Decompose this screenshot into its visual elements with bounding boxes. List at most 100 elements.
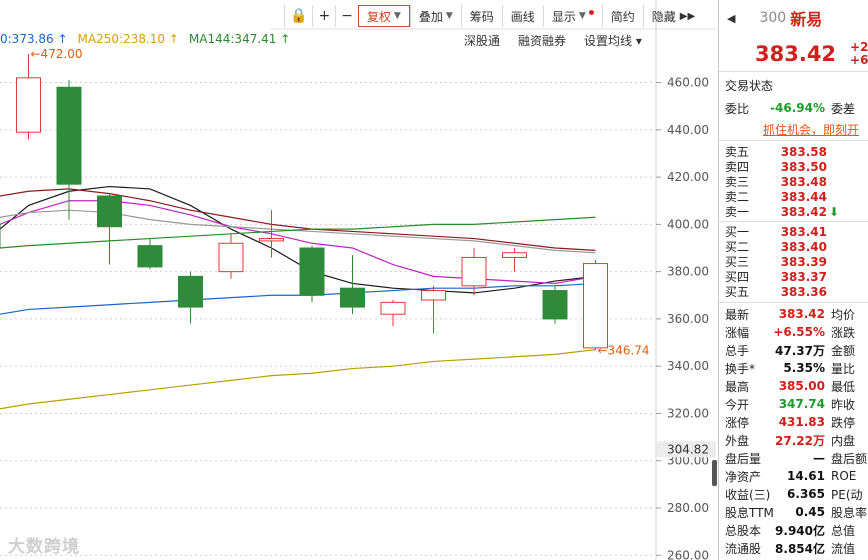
stock-code: 300 bbox=[759, 10, 787, 26]
chevron-down-icon: ▼ bbox=[393, 11, 401, 21]
notification-dot-icon bbox=[588, 9, 594, 15]
order-book-row[interactable]: 卖四 383.50 bbox=[719, 159, 868, 175]
stat-value: 8.854亿 bbox=[775, 541, 825, 556]
y-tick-label: 420.00 bbox=[667, 170, 709, 184]
hk-connect-link[interactable]: 深股通 bbox=[464, 32, 500, 50]
chevron-left-icon[interactable]: ◀ bbox=[727, 12, 735, 25]
order-book-row[interactable]: 买一 383.41 bbox=[719, 224, 868, 240]
ma-line bbox=[0, 188, 596, 251]
simple-button[interactable]: 简约 bbox=[601, 5, 643, 27]
splitter-handle[interactable] bbox=[712, 460, 717, 486]
stat-label: 涨幅 bbox=[725, 325, 750, 340]
y-tick-label: 380.00 bbox=[667, 265, 709, 279]
stat-label-2: 流值 bbox=[831, 541, 856, 556]
stat-row: 涨幅 +6.55% 涨跌 bbox=[719, 323, 868, 341]
stat-label-2: 跌停 bbox=[831, 415, 856, 430]
chips-label: 筹码 bbox=[469, 9, 494, 24]
stock-name: 新易 bbox=[790, 10, 823, 29]
order-level-label: 买五 bbox=[725, 285, 750, 299]
order-book-row[interactable]: 卖二 383.44 bbox=[719, 189, 868, 205]
kline-chart-svg[interactable]: 460.00 440.00 420.00 400.00 380.00 360.00 340.… bbox=[0, 0, 716, 560]
overlay-label: 叠加 bbox=[418, 9, 443, 24]
candle-body bbox=[137, 245, 163, 268]
stat-value: 27.22万 bbox=[775, 433, 825, 448]
price-row: 383.42 +2 +6 bbox=[719, 36, 868, 72]
stat-label-2: 股息率 bbox=[831, 505, 868, 520]
candle-body bbox=[583, 263, 608, 349]
candle-body bbox=[421, 290, 446, 301]
quote-panel: ◀ 300 新易 383.42 +2 +6 交易状态 委比 -46.94% 委差… bbox=[718, 0, 868, 560]
bid-book: 买一 383.41 买二 383.40 买三 383.39 买四 383.37 买五 383.36 bbox=[719, 222, 868, 303]
stat-row: 净资产 14.61 ROE bbox=[719, 467, 868, 485]
stat-value: 14.61 bbox=[787, 469, 825, 483]
stat-value: 5.35% bbox=[783, 361, 825, 375]
lock-icon[interactable]: 🔒 bbox=[284, 5, 312, 27]
order-book-row[interactable]: 买四 383.37 bbox=[719, 269, 868, 285]
stat-label: 最新 bbox=[725, 307, 750, 322]
y-tick-label: 320.00 bbox=[667, 406, 709, 420]
fuquan-button[interactable]: 复权 ▼ bbox=[357, 5, 410, 27]
kline-chart-area[interactable]: 460.00 440.00 420.00 400.00 380.00 360.00 340.… bbox=[0, 0, 717, 560]
chart-options-row: 深股通 融资融券 设置均线 ▾ bbox=[464, 32, 660, 50]
candle-body bbox=[502, 252, 527, 258]
stat-row: 收益(三) 6.365 PE(动 bbox=[719, 485, 868, 503]
draw-line-button[interactable]: 画线 bbox=[501, 5, 543, 27]
display-button[interactable]: 显示 ▼ bbox=[542, 5, 602, 27]
quote-header: ◀ 300 新易 bbox=[719, 0, 868, 36]
arrow-down-icon: ⬇ bbox=[829, 204, 840, 219]
overlay-button[interactable]: 叠加 ▼ bbox=[409, 5, 461, 27]
display-label: 显示 bbox=[551, 9, 576, 24]
price-annotation: ←346.74 bbox=[598, 343, 650, 357]
stat-row: 涨停 431.83 跌停 bbox=[719, 413, 868, 431]
stat-row: 流通股 8.854亿 流值 bbox=[719, 539, 868, 557]
order-price: 383.58 bbox=[780, 144, 827, 159]
y-tick-label: 440.00 bbox=[667, 123, 709, 137]
stat-label-2: 均价 bbox=[831, 307, 856, 322]
zoom-in-icon[interactable]: + bbox=[312, 5, 335, 27]
order-price: 383.50 bbox=[780, 159, 827, 174]
ask-book: 卖五 383.58 卖四 383.50 卖三 383.48 卖二 383.44 卖一 383.42… bbox=[719, 141, 868, 222]
order-price: 383.48 bbox=[780, 174, 827, 189]
promo-text: 抓住机会，即刻开 bbox=[763, 122, 860, 137]
stat-value: 385.00 bbox=[778, 379, 825, 393]
stat-label: 总手 bbox=[725, 343, 750, 358]
hide-button[interactable]: 隐藏 ▶▶ bbox=[642, 5, 703, 27]
y-tick-label: 400.00 bbox=[667, 217, 709, 231]
order-price: 383.40 bbox=[780, 239, 827, 254]
order-book-row[interactable]: 卖五 383.58 bbox=[719, 144, 868, 160]
candle-body bbox=[299, 247, 325, 296]
draw-line-label: 画线 bbox=[510, 9, 535, 24]
ma-line bbox=[0, 349, 596, 410]
app-root: 460.00 440.00 420.00 400.00 380.00 360.00 340.… bbox=[0, 0, 868, 560]
stat-label: 换手* bbox=[725, 361, 756, 376]
order-book-row[interactable]: 买三 383.39 bbox=[719, 254, 868, 270]
zoom-out-icon[interactable]: − bbox=[335, 5, 358, 27]
order-book-row[interactable]: 买二 383.40 bbox=[719, 239, 868, 255]
candle-body bbox=[178, 275, 203, 308]
order-book-row[interactable]: 卖一 383.42 ⬇ bbox=[719, 204, 868, 220]
promo-link[interactable]: 抓住机会，即刻开 bbox=[719, 118, 868, 140]
margin-trading-link[interactable]: 融资融券 bbox=[518, 32, 566, 50]
y-tick-label: 280.00 bbox=[667, 501, 709, 515]
ma-settings-dropdown[interactable]: 设置均线 ▾ bbox=[584, 32, 642, 50]
current-price-label: 304.82 bbox=[667, 442, 709, 456]
watermark-logo: 大数跨境 bbox=[8, 537, 80, 557]
chart-toolbar: 🔒 + − 复权 ▼ 叠加 ▼ 筹码 画线 显示 ▼ 简约 隐藏 ▶▶ bbox=[284, 4, 703, 28]
stat-label: 最高 bbox=[725, 379, 750, 394]
simple-label: 简约 bbox=[610, 9, 635, 24]
stat-label: 涨停 bbox=[725, 415, 750, 430]
ma-legend-item: 0:373.86 ↑ bbox=[0, 32, 68, 46]
stat-label-2: 涨跌 bbox=[831, 325, 856, 340]
stat-value: 431.83 bbox=[778, 415, 825, 429]
stat-label-2: 总值 bbox=[831, 523, 856, 538]
stat-label: 外盘 bbox=[725, 433, 750, 448]
weibi-value: -46.94% bbox=[770, 101, 825, 115]
stat-row: 换手* 5.35% 量比 bbox=[719, 359, 868, 377]
stat-label-2: 量比 bbox=[831, 361, 856, 376]
chips-button[interactable]: 筹码 bbox=[460, 5, 502, 27]
order-level-label: 卖一 bbox=[725, 205, 750, 219]
stat-label: 今开 bbox=[725, 397, 750, 412]
order-book-row[interactable]: 买五 383.36 bbox=[719, 284, 868, 300]
order-book-row[interactable]: 卖三 383.48 bbox=[719, 174, 868, 190]
trade-status-section: 交易状态 委比 -46.94% 委差 抓住机会，即刻开 bbox=[719, 72, 868, 141]
